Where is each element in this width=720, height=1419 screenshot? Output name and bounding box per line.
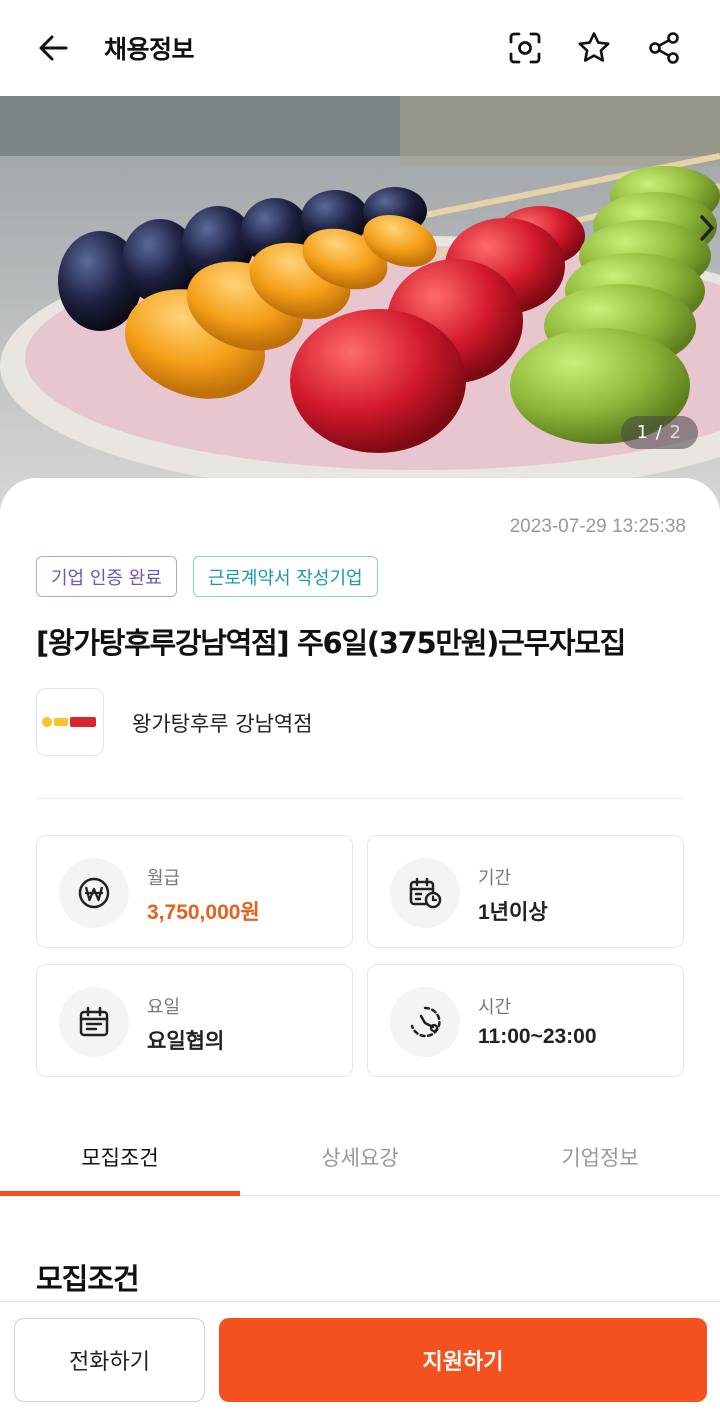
workdays-label: 요일 [147,997,181,1018]
badge-row: 기업 인증 완료 근로계약서 작성기업 [36,556,378,597]
active-tab-indicator [0,1191,240,1196]
star-icon [578,32,610,62]
period-value: 1년이상 [478,901,548,924]
salary-label: 월급 [147,868,181,889]
arrow-left-icon [39,35,68,61]
calendar-clock-icon [390,858,460,928]
tanghulu-photo [0,96,720,516]
scan-icon [509,32,541,64]
apply-button[interactable]: 지원하기 [219,1318,707,1402]
section-title: 모집조건 [36,1262,140,1296]
divider [36,798,684,799]
chevron-right-icon [700,215,715,241]
company-logo-image [42,717,96,727]
posted-timestamp: 2023-07-29 13:25:38 [509,516,686,537]
period-info: 기간 1년이상 [367,835,684,948]
top-app-bar: 채용정보 [0,0,720,96]
page-title: 채용정보 [104,35,195,64]
period-label: 기간 [478,868,512,889]
company-logo[interactable] [36,688,104,756]
hours-info: 시간 11:00~23:00 [367,964,684,1077]
job-title: [왕가탕후루강남역점] 주6일(375만원)근무자모집 [36,626,626,660]
clock-icon [390,987,460,1057]
carousel-next-button[interactable] [694,206,720,250]
total-pages: 2 [669,422,682,443]
workdays-info: 요일 요일협의 [36,964,353,1077]
salary-info: 월급 3,750,000원 [36,835,353,948]
hero-image-carousel[interactable]: 1 / 2 [0,96,720,516]
hours-value: 11:00~23:00 [478,1025,597,1048]
bottom-action-bar: 전화하기 지원하기 [0,1301,720,1419]
job-detail-card: 2023-07-29 13:25:38 기업 인증 완료 근로계약서 작성기업 … [0,478,720,1419]
share-icon [649,32,679,64]
tab-company-info[interactable]: 기업정보 [480,1118,720,1196]
company-name[interactable]: 왕가탕후루 강남역점 [132,708,313,738]
salary-value: 3,750,000원 [147,901,260,924]
calendar-icon [59,987,129,1057]
tab-details[interactable]: 상세요강 [240,1118,480,1196]
carousel-page-indicator: 1 / 2 [620,416,698,449]
tab-recruitment-conditions[interactable]: 모집조건 [0,1118,240,1196]
current-page: 1 [636,422,650,443]
call-button[interactable]: 전화하기 [14,1318,205,1402]
back-button[interactable] [32,26,76,70]
scan-button[interactable] [503,26,547,70]
verified-company-badge: 기업 인증 완료 [36,556,177,597]
favorite-button[interactable] [572,26,616,70]
detail-tabs: 모집조건 상세요강 기업정보 [0,1118,720,1196]
workdays-value: 요일협의 [147,1030,225,1053]
won-icon [59,858,129,928]
page-separator: / [649,422,670,443]
hours-label: 시간 [478,997,512,1018]
labor-contract-badge: 근로계약서 작성기업 [192,556,378,597]
share-button[interactable] [642,26,686,70]
